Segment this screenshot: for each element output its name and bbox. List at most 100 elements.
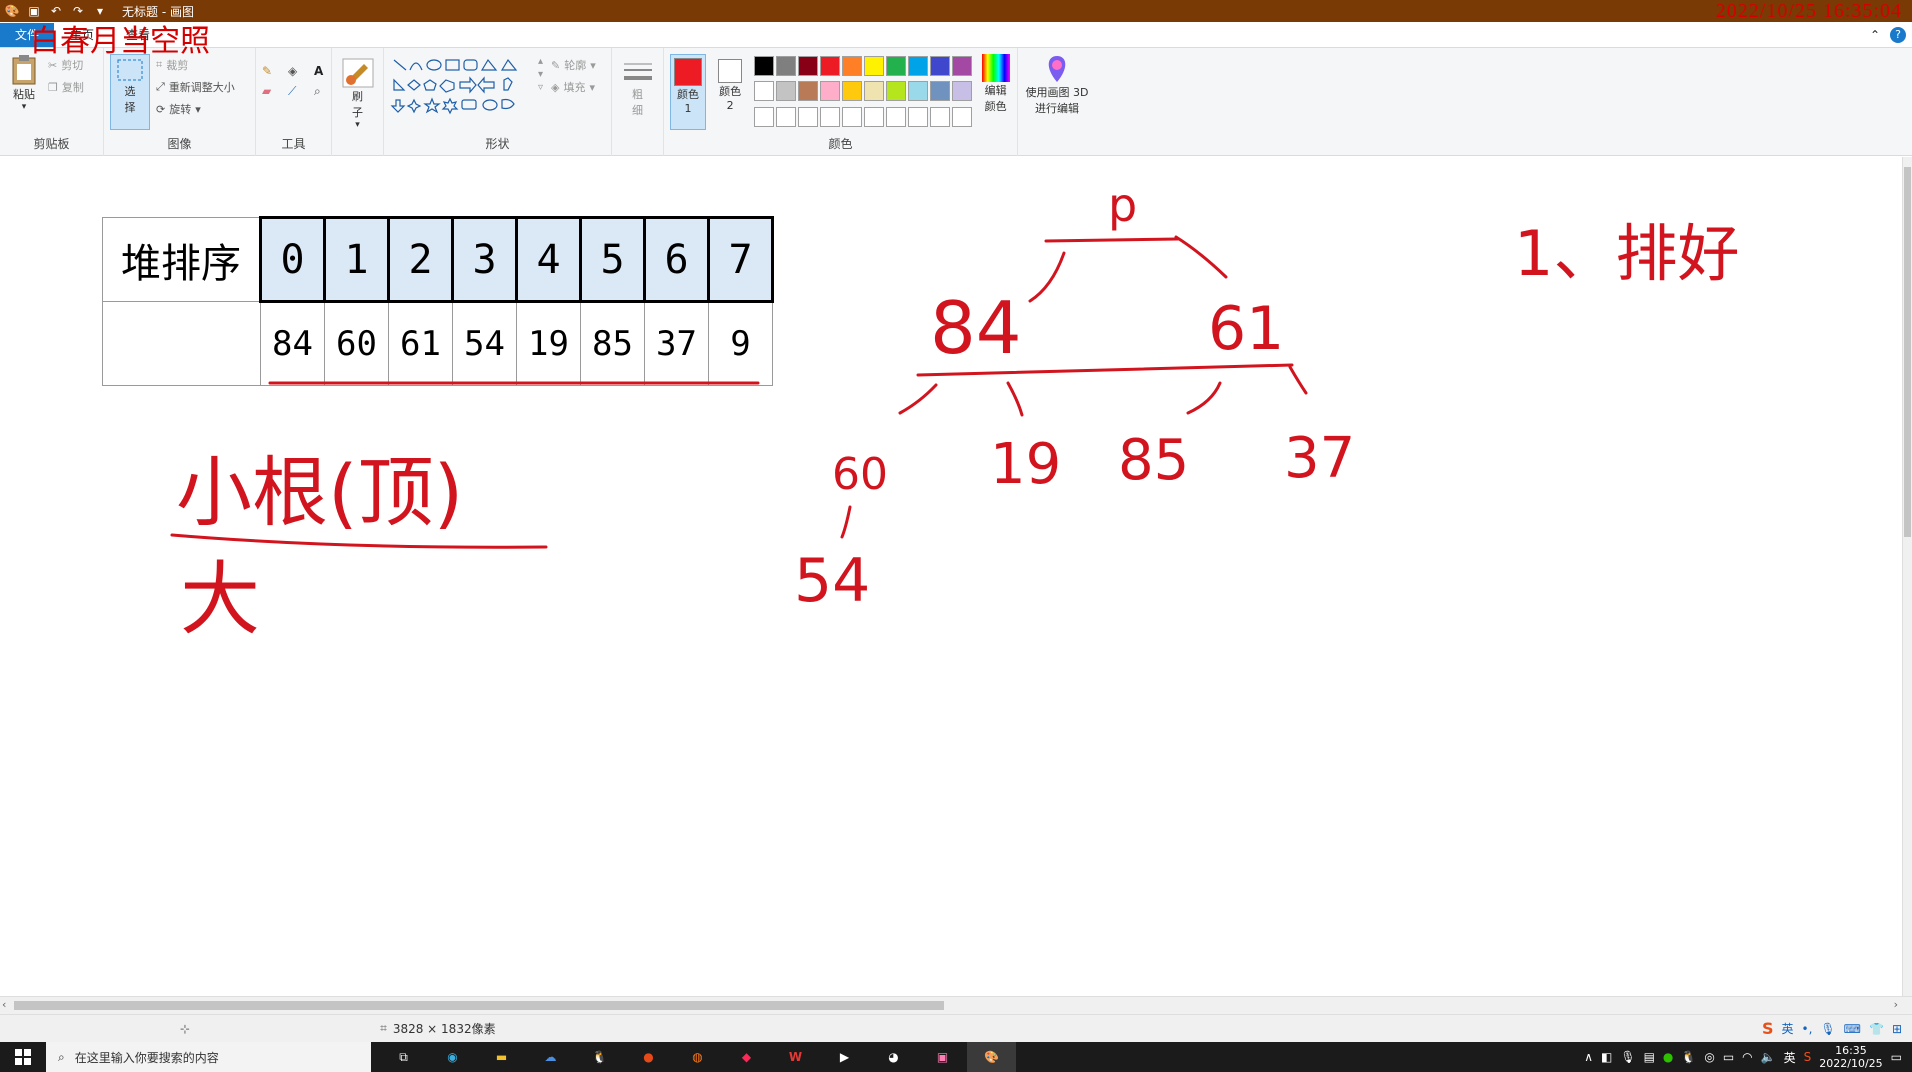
volume-icon[interactable]: 🔈	[1761, 1050, 1776, 1064]
punctuation-icon[interactable]: •,	[1802, 1022, 1813, 1036]
paste-button[interactable]: 粘贴 ▾	[6, 54, 42, 112]
vertical-scroll-thumb[interactable]	[1904, 167, 1911, 537]
palette-swatch[interactable]	[886, 106, 907, 127]
microphone-icon[interactable]: 🎙	[1820, 1022, 1835, 1036]
keyboard-icon[interactable]: ⌨	[1844, 1022, 1861, 1036]
palette-swatch[interactable]	[798, 106, 819, 127]
avatar-app-icon[interactable]: ◕	[869, 1042, 918, 1072]
collapse-ribbon-icon[interactable]: ⌃	[1870, 28, 1880, 42]
fill-button[interactable]: ◈ 填充 ▾	[551, 76, 596, 98]
text-tool-icon[interactable]: A	[314, 64, 334, 78]
sogou-ime-icon[interactable]: S	[1762, 1019, 1774, 1038]
taskbar-search-box[interactable]: ⌕ 在这里输入你要搜索的内容	[46, 1042, 371, 1072]
palette-swatch[interactable]	[820, 56, 841, 76]
edit-colors-button[interactable]: 编辑颜色	[980, 54, 1011, 130]
palette-swatch[interactable]	[864, 56, 885, 76]
paint-taskbar-icon[interactable]: 🎨	[967, 1042, 1016, 1072]
vertical-scrollbar[interactable]	[1902, 157, 1912, 996]
pink-app-icon[interactable]: ▣	[918, 1042, 967, 1072]
shapes-scroll-down-icon[interactable]: ▾	[538, 69, 543, 80]
palette-swatch[interactable]	[842, 56, 863, 76]
skin-icon[interactable]: 👕	[1869, 1022, 1884, 1036]
palette-swatch[interactable]	[886, 81, 907, 102]
start-button[interactable]	[0, 1042, 46, 1072]
sogou-tray-icon[interactable]: S	[1804, 1050, 1812, 1064]
magnifier-icon[interactable]: ⌕	[314, 84, 334, 99]
wifi-icon[interactable]: ◠	[1742, 1050, 1752, 1064]
brushes-button[interactable]: 刷子 ▾	[338, 58, 377, 130]
scroll-left-icon[interactable]: ‹	[2, 998, 6, 1011]
help-icon[interactable]: ?	[1890, 26, 1906, 43]
palette-swatch[interactable]	[930, 81, 951, 102]
shapes-gallery[interactable]	[390, 56, 530, 116]
camera-icon[interactable]: ◧	[1601, 1050, 1612, 1064]
palette-swatch[interactable]	[754, 106, 775, 127]
task-view-icon[interactable]: ⧉	[379, 1042, 428, 1072]
selection-rect-icon	[117, 59, 143, 81]
qq-tray-icon[interactable]: 🐧	[1681, 1050, 1696, 1064]
pencil-icon[interactable]: ✎	[262, 64, 282, 78]
copy-button[interactable]: ❐ 复制	[48, 76, 84, 98]
tree-node: 84	[930, 286, 1022, 370]
palette-swatch[interactable]	[798, 81, 819, 102]
file-explorer-icon[interactable]: ▬	[477, 1042, 526, 1072]
wps-icon[interactable]: W	[771, 1042, 820, 1072]
copy-icon: ❐	[48, 80, 58, 94]
palette-swatch[interactable]	[754, 81, 775, 102]
outline-button[interactable]: ✎ 轮廓 ▾	[551, 54, 596, 76]
palette-swatch[interactable]	[842, 81, 863, 102]
video-editor-icon[interactable]: ▶	[820, 1042, 869, 1072]
palette-swatch[interactable]	[864, 106, 885, 127]
palette-swatch[interactable]	[776, 81, 797, 102]
size-button[interactable]: 粗细	[618, 58, 657, 118]
baidu-netdisk-icon[interactable]: ☁	[526, 1042, 575, 1072]
chrome-icon[interactable]: ●	[624, 1042, 673, 1072]
firefox-icon[interactable]: ◍	[673, 1042, 722, 1072]
resize-button[interactable]: ⤢ 重新调整大小	[156, 76, 235, 98]
palette-swatch[interactable]	[908, 106, 929, 127]
palette-swatch[interactable]	[952, 106, 973, 127]
shapes-expand-icon[interactable]: ▿	[538, 82, 543, 93]
input-language-label[interactable]: 英	[1784, 1049, 1796, 1066]
palette-swatch[interactable]	[820, 106, 841, 127]
wechat-icon[interactable]: ●	[1663, 1050, 1673, 1064]
palette-swatch[interactable]	[776, 56, 797, 76]
tray-app-icon[interactable]: ◎	[1704, 1050, 1714, 1064]
horizontal-scrollbar[interactable]: ‹ ›	[0, 996, 1912, 1014]
toolbox-icon[interactable]: ⊞	[1892, 1022, 1902, 1036]
palette-swatch[interactable]	[776, 106, 797, 127]
palette-swatch[interactable]	[798, 56, 819, 76]
notification-center-icon[interactable]: ▭	[1891, 1050, 1902, 1064]
palette-swatch[interactable]	[754, 56, 775, 76]
palette-swatch[interactable]	[908, 56, 929, 76]
battery-icon[interactable]: ▭	[1723, 1050, 1734, 1064]
color1-button[interactable]: 颜色 1	[670, 54, 706, 130]
palette-swatch[interactable]	[842, 106, 863, 127]
paint3d-button[interactable]: 使用画图 3D 进行编辑	[1024, 54, 1090, 116]
palette-swatch[interactable]	[952, 56, 973, 76]
fill-bucket-icon[interactable]: ◈	[288, 64, 308, 78]
microphone-tray-icon[interactable]: 🎙	[1620, 1050, 1635, 1064]
tray-expand-icon[interactable]: ∧	[1584, 1050, 1593, 1064]
palette-swatch[interactable]	[908, 81, 929, 102]
select-button[interactable]: 选择	[110, 54, 150, 130]
horizontal-scroll-thumb[interactable]	[14, 1001, 944, 1010]
palette-swatch[interactable]	[930, 106, 951, 127]
color2-button[interactable]: 颜色 2	[714, 54, 746, 130]
ime-mode-label[interactable]: 英	[1782, 1020, 1794, 1037]
edge-icon[interactable]: ◉	[428, 1042, 477, 1072]
shapes-scroll-up-icon[interactable]: ▴	[538, 56, 543, 67]
palette-swatch[interactable]	[930, 56, 951, 76]
qq-icon[interactable]: 🐧	[575, 1042, 624, 1072]
scroll-right-icon[interactable]: ›	[1894, 998, 1898, 1011]
eraser-icon[interactable]: ▰	[262, 84, 282, 99]
palette-swatch[interactable]	[952, 81, 973, 102]
taskbar-clock[interactable]: 16:35 2022/10/25	[1819, 1044, 1882, 1070]
palette-swatch[interactable]	[886, 56, 907, 76]
rotate-button[interactable]: ⟳ 旋转 ▾	[156, 98, 235, 120]
palette-swatch[interactable]	[864, 81, 885, 102]
color-picker-icon[interactable]: ⟋	[288, 84, 308, 99]
palette-swatch[interactable]	[820, 81, 841, 102]
tray-app-icon[interactable]: ▤	[1644, 1050, 1655, 1064]
intellij-icon[interactable]: ◆	[722, 1042, 771, 1072]
